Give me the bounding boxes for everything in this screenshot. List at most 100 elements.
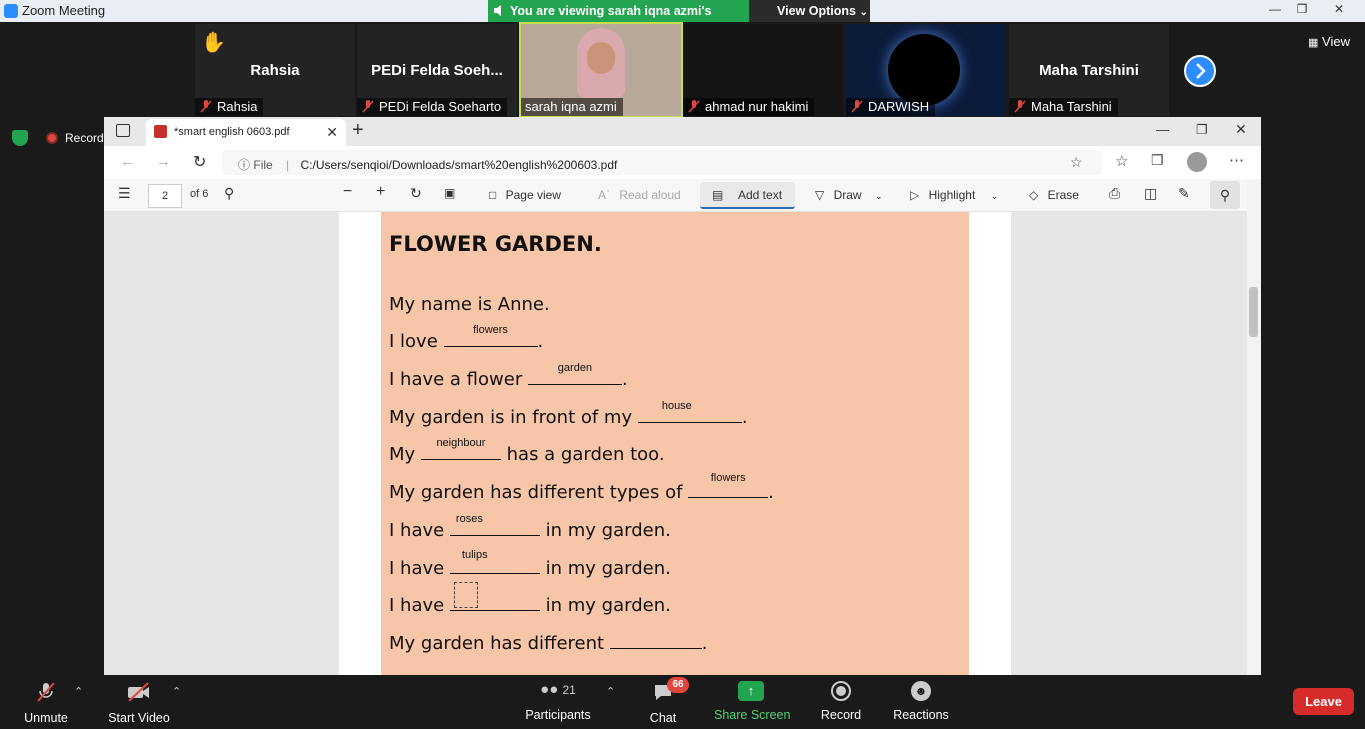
participants-button[interactable]: ●● 21 Participants [524,681,592,722]
start-video-button[interactable]: Start Video [104,681,174,725]
participants-icon: ●● [540,681,559,698]
info-icon: ⓘ [238,158,251,172]
pin-toolbar-icon[interactable]: ⚲ [1210,181,1240,209]
vertical-scrollbar[interactable] [1247,179,1261,675]
answer-field[interactable]: neighbour [420,437,501,460]
read-aloud-button[interactable]: Aˈ Read aloud [598,188,681,202]
chevron-up-icon[interactable]: ⌃ [606,685,615,698]
scrollbar-thumb[interactable] [1249,287,1258,337]
pdf-viewer: FLOWER GARDEN. My name is Anne. I love f… [104,212,1247,675]
refresh-icon[interactable]: ↻ [193,152,206,172]
viewing-screen-label: You are viewing sarah iqna azmi's screen [488,0,749,32]
pdf-toolbar: ☰ 2 of 6 ⚲ − + ↻ ▣ □ Page view Aˈ Read a… [104,179,1261,212]
participant-name: PEDi Felda Soeharto [379,99,502,114]
search-icon[interactable]: ⚲ [224,185,234,202]
url-field[interactable]: ⓘ File | C:/Users/senqioi/Downloads/smar… [222,150,1102,175]
participant-tile[interactable]: ahmad nur hakimi [683,24,843,116]
close-icon[interactable]: ✕ [1330,2,1348,18]
chevron-up-icon[interactable]: ⌃ [172,685,181,698]
participant-tile[interactable]: DARWISH [846,24,1006,116]
answer-field[interactable]: garden [527,362,622,385]
add-text-icon: ▤ [712,188,724,202]
chevron-down-icon: ⌄ [874,191,883,201]
participants-count: 21 [562,683,576,697]
next-page-arrow-icon[interactable] [1184,55,1216,87]
restore-icon[interactable]: ❐ [1196,122,1208,138]
worksheet-line: My garden is in front of my house. [389,400,748,428]
save-icon[interactable]: ◫ [1144,185,1157,202]
back-icon[interactable]: ← [120,153,135,170]
participant-tile-active[interactable]: sarah iqna azmi [519,22,683,118]
zoom-out-icon[interactable]: − [343,183,352,201]
add-text-button[interactable]: ▤ Add text [700,182,795,209]
erase-button[interactable]: ◇ Erase [1029,188,1079,202]
page-number-input[interactable]: 2 [148,184,182,208]
participant-tile[interactable]: ✋ Rahsia Rahsia [195,24,355,116]
share-screen-icon: ↑ [738,681,764,701]
answer-field[interactable]: flowers [688,472,769,498]
participant-tile[interactable]: PEDi Felda Soeh... PEDi Felda Soeharto [357,24,517,116]
answer-field[interactable]: flowers [443,324,538,347]
participant-tile[interactable]: Maha Tarshini Maha Tarshini [1009,24,1169,116]
worksheet-line: I have in my garden. [389,582,671,616]
record-icon [831,681,851,701]
answer-field[interactable]: house [637,400,742,423]
share-screen-button[interactable]: ↑ Share Screen [714,681,790,722]
read-aloud-icon: Aˈ [598,188,610,202]
restore-icon[interactable]: ❐ [1293,2,1311,18]
draw-button[interactable]: ▽ Draw ⌄ [815,188,882,202]
profile-avatar[interactable] [1187,152,1207,172]
collections-icon[interactable]: ❐ [1151,152,1164,169]
favorite-star-icon[interactable]: ☆ [1070,154,1083,171]
text-cursor-box[interactable] [453,582,478,608]
forward-icon[interactable]: → [156,153,171,170]
worksheet-line: My garden has different types of flowers… [389,472,774,503]
answer-field[interactable]: roses [449,513,540,536]
participant-name: ahmad nur hakimi [705,99,809,114]
fit-page-icon[interactable]: ▣ [444,186,455,200]
minimize-icon[interactable]: — [1156,122,1169,137]
highlight-icon: ▷ [910,188,920,202]
view-options-button[interactable]: View Options ⌄ [749,0,870,22]
view-button[interactable]: ▦ View [1308,34,1350,49]
more-options-icon[interactable]: ⋯ [1229,151,1244,169]
meeting-controls: Unmute ⌃ Start Video ⌃ ●● 21 Participant… [0,675,1365,729]
close-tab-icon[interactable]: ✕ [326,124,338,141]
worksheet-line: I have roses in my garden. [389,513,671,541]
reactions-button[interactable]: ☻ Reactions [892,681,950,722]
grid-icon: ▦ [1308,37,1319,49]
zoom-app-icon [4,4,18,18]
answer-field[interactable] [449,582,540,611]
close-window-icon[interactable]: ✕ [1235,121,1247,138]
muted-mic-icon [200,100,212,113]
answer-field[interactable]: tulips [449,549,540,574]
answer-field[interactable] [609,633,702,649]
page-count: of 6 [190,188,209,200]
minimize-icon[interactable]: — [1266,2,1284,18]
tab-actions-icon[interactable] [116,124,130,137]
leave-button[interactable]: Leave [1293,688,1354,715]
browser-window: *smart english 0603.pdf ✕ + — ❐ ✕ ← → ↻ … [104,117,1261,675]
muted-mic-icon [851,100,863,113]
participant-name: DARWISH [868,99,930,114]
print-icon[interactable]: ⎙ [1109,185,1120,202]
record-button[interactable]: Record [818,681,864,722]
zoom-in-icon[interactable]: + [376,183,385,201]
new-tab-icon[interactable]: + [352,119,364,142]
highlight-button[interactable]: ▷ Highlight ⌄ [910,188,998,202]
smiley-icon: ☻ [911,681,931,701]
favorites-icon[interactable]: ☆ [1115,152,1128,170]
contents-icon[interactable]: ☰ [118,185,131,202]
save-as-icon[interactable]: ✎ [1178,185,1190,202]
page-view-icon: □ [489,188,497,202]
rotate-icon[interactable]: ↻ [410,185,422,202]
worksheet: FLOWER GARDEN. My name is Anne. I love f… [381,212,969,675]
unmute-button[interactable]: Unmute [18,681,74,725]
tab-pdf[interactable]: *smart english 0603.pdf ✕ [146,119,346,146]
video-off-icon [128,682,149,702]
worksheet-line: My name is Anne. [389,294,550,315]
recording-icon [46,132,58,144]
muted-mic-icon [688,100,700,113]
chevron-up-icon[interactable]: ⌃ [74,685,83,698]
page-view-button[interactable]: □ Page view [489,188,561,202]
